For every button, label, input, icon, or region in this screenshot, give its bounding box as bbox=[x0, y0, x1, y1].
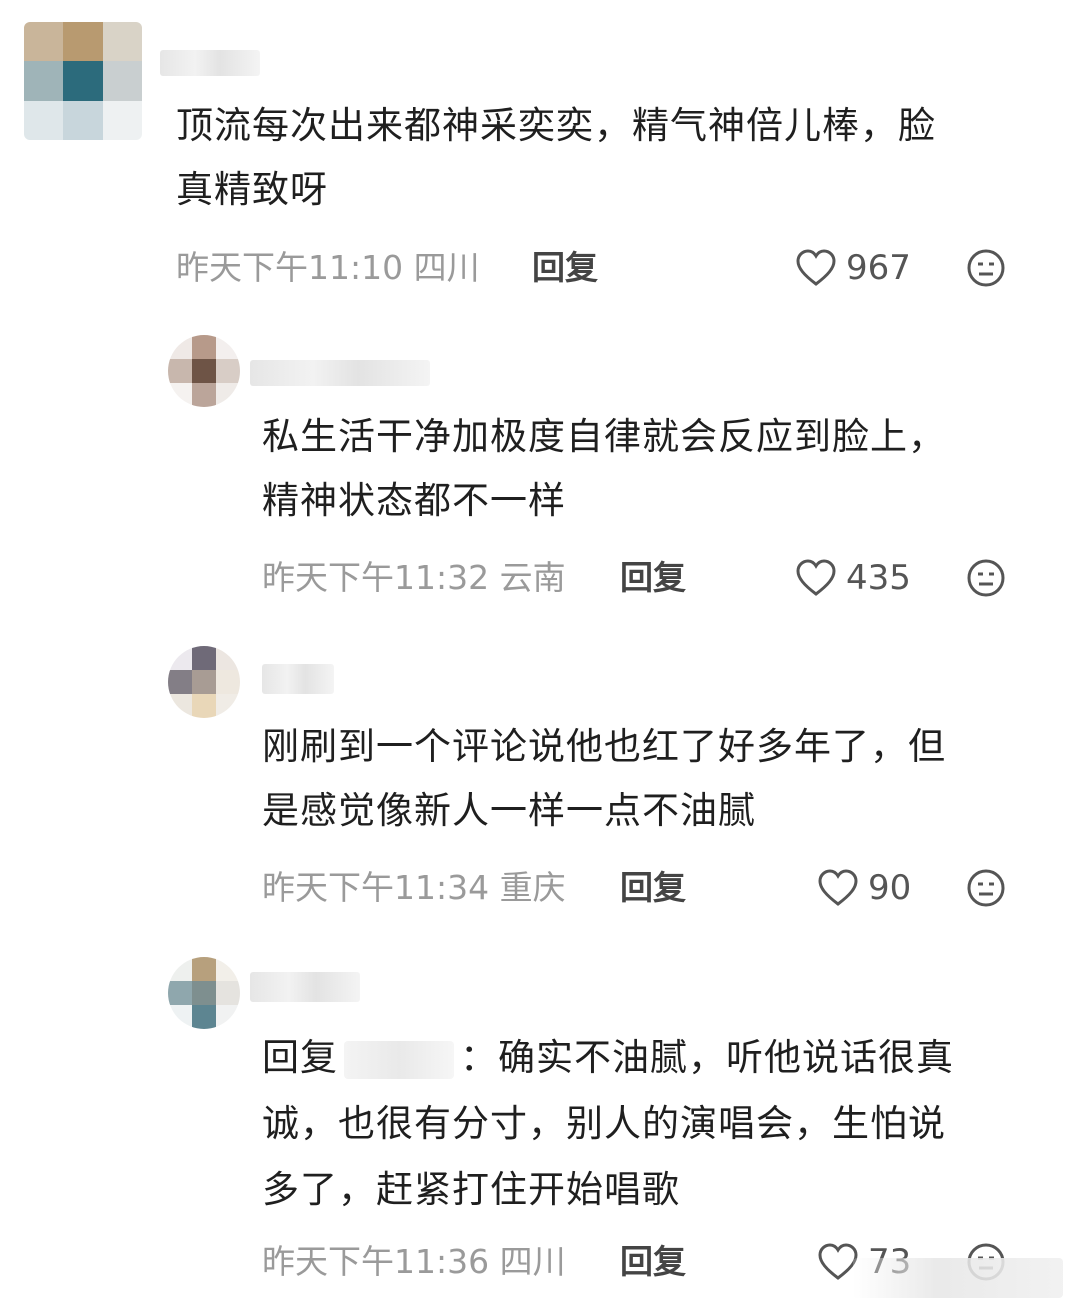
username-blurred[interactable] bbox=[262, 664, 334, 694]
like-count: 967 bbox=[846, 248, 911, 288]
reply-button[interactable]: 回复 bbox=[620, 863, 686, 913]
like-button[interactable]: 967 bbox=[796, 243, 911, 293]
comment-text-line-2: 是感觉像新人一样一点不油腻 bbox=[262, 789, 756, 832]
like-button[interactable]: 435 bbox=[796, 553, 911, 603]
comment-text-line-2: 真精致呀 bbox=[176, 168, 328, 211]
comment-text-first-tail: ：确实不油腻，听他说话很真 bbox=[460, 1036, 954, 1079]
avatar[interactable] bbox=[168, 646, 240, 718]
comment-time-location: 昨天下午11:32 云南 bbox=[262, 558, 566, 597]
dislike-button[interactable] bbox=[966, 248, 1006, 288]
heart-outline-icon bbox=[796, 559, 836, 597]
like-button[interactable]: 90 bbox=[818, 863, 911, 913]
mention-username-blurred[interactable] bbox=[344, 1040, 454, 1079]
heart-outline-icon bbox=[796, 249, 836, 287]
neutral-face-icon bbox=[967, 559, 1005, 597]
reply-button[interactable]: 回复 bbox=[620, 1237, 686, 1287]
dislike-button[interactable] bbox=[966, 868, 1006, 908]
comment-text-line-1: 回复 ：确实不油腻，听他说话很真 bbox=[262, 1026, 954, 1090]
comment-time-location: 昨天下午11:36 四川 bbox=[262, 1242, 566, 1281]
reply-prefix: 回复 bbox=[262, 1036, 338, 1079]
avatar[interactable] bbox=[168, 335, 240, 407]
like-count: 90 bbox=[868, 868, 912, 908]
comment-text-line-2: 诚，也很有分寸，别人的演唱会，生怕说 bbox=[262, 1102, 946, 1145]
reply-button[interactable]: 回复 bbox=[620, 553, 686, 603]
username-blurred[interactable] bbox=[250, 360, 430, 386]
reply-button[interactable]: 回复 bbox=[532, 243, 598, 293]
neutral-face-icon bbox=[967, 249, 1005, 287]
neutral-face-icon bbox=[967, 869, 1005, 907]
username-blurred[interactable] bbox=[250, 972, 360, 1002]
heart-outline-icon bbox=[818, 1243, 858, 1281]
heart-outline-icon bbox=[818, 869, 858, 907]
comment-text-line-3: 多了，赶紧打住开始唱歌 bbox=[262, 1168, 680, 1211]
avatar[interactable] bbox=[168, 957, 240, 1029]
dislike-button[interactable] bbox=[966, 558, 1006, 598]
watermark-blur bbox=[853, 1258, 1063, 1298]
comment-time-location: 昨天下午11:10 四川 bbox=[176, 248, 480, 287]
comment-text-line-1: 刚刷到一个评论说他也红了好多年了，但 bbox=[262, 725, 946, 768]
comment-time-location: 昨天下午11:34 重庆 bbox=[262, 868, 566, 907]
avatar[interactable] bbox=[24, 22, 142, 140]
comment-text-line-1: 顶流每次出来都神采奕奕，精气神倍儿棒，脸 bbox=[176, 104, 936, 147]
like-count: 435 bbox=[846, 558, 911, 598]
comment-text-line-1: 私生活干净加极度自律就会反应到脸上， bbox=[262, 415, 946, 458]
username-blurred[interactable] bbox=[160, 50, 260, 76]
comment-text-line-2: 精神状态都不一样 bbox=[262, 479, 566, 522]
